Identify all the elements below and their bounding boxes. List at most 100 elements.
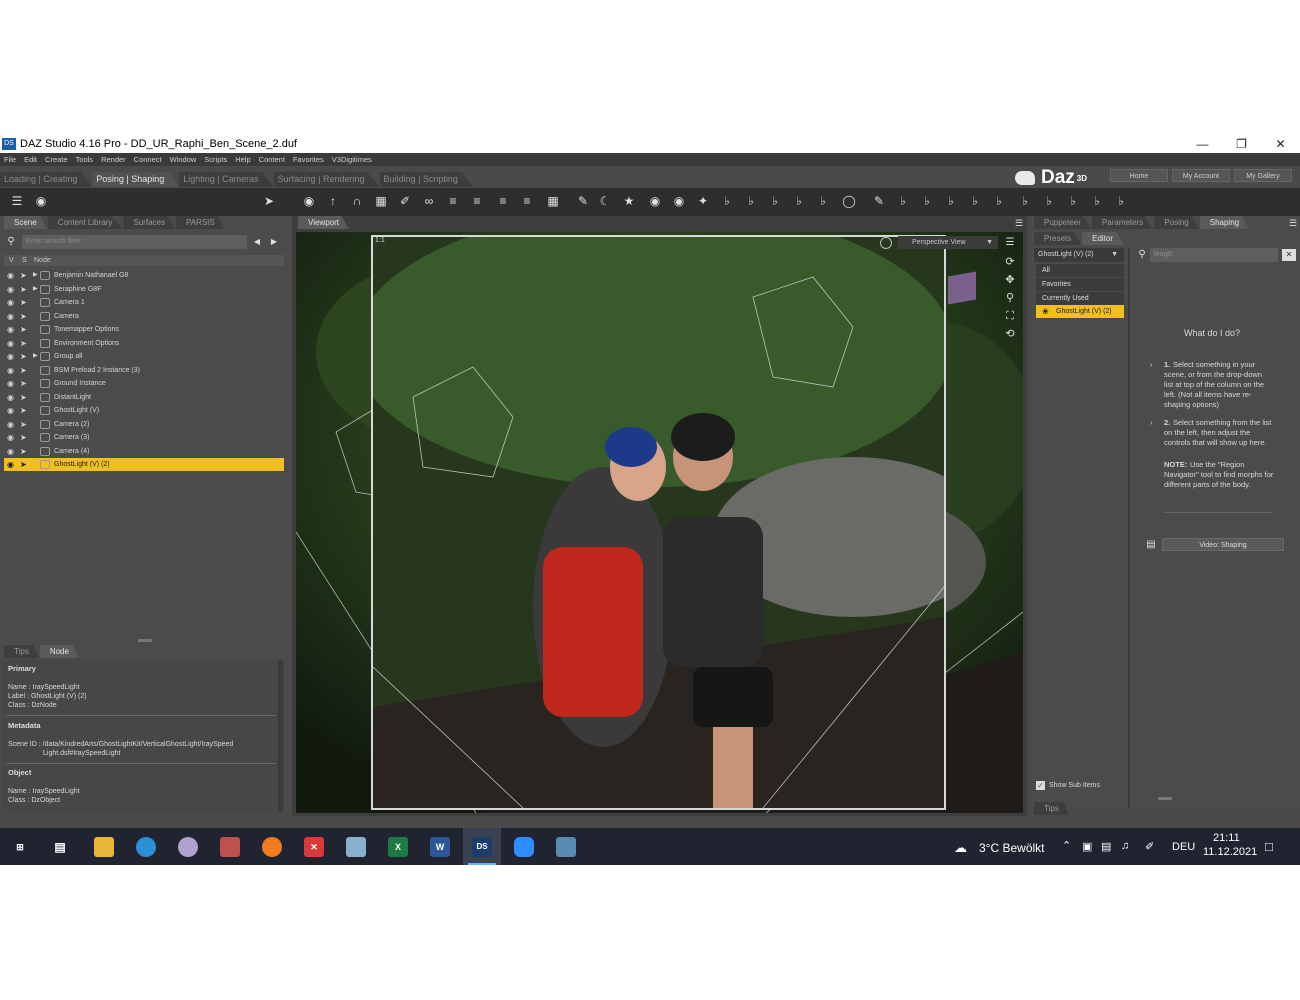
restore-button[interactable]: ❐ bbox=[1222, 134, 1261, 153]
list-item-favorites[interactable]: Favorites bbox=[1036, 278, 1124, 291]
script-tool-b-icon[interactable]: ✎ bbox=[872, 194, 886, 208]
tab-posing[interactable]: Posing bbox=[1154, 216, 1199, 229]
menu-v3digitimes[interactable]: V3Digitimes bbox=[332, 155, 372, 164]
glasses-tool-icon[interactable]: ∞ bbox=[422, 194, 436, 208]
visibility-eye-icon[interactable]: ◉ bbox=[7, 350, 14, 363]
property-filter-input[interactable]: length bbox=[1150, 248, 1278, 262]
tab-tips[interactable]: Tips bbox=[4, 645, 39, 658]
selectable-cursor-icon[interactable]: ➤ bbox=[20, 418, 27, 431]
node-selection-tool-icon[interactable]: ➤ bbox=[262, 194, 276, 208]
visibility-eye-icon[interactable]: ◉ bbox=[7, 431, 14, 444]
splitter-handle[interactable] bbox=[138, 639, 152, 642]
visibility-eye-icon[interactable]: ◉ bbox=[7, 377, 14, 390]
list-item-ghostlight[interactable]: ❀ GhostLight (V) (2) bbox=[1036, 305, 1124, 318]
device-icon[interactable]: ▣ bbox=[1082, 840, 1092, 853]
figure-tool-b-icon[interactable]: ♭ bbox=[920, 194, 934, 208]
viewport-menu-icon[interactable]: ☰ bbox=[1003, 236, 1017, 250]
scene-node-row[interactable]: ◉ ➤ ▶ Seraphine G8F bbox=[4, 283, 284, 296]
node-dropdown[interactable]: GhostLight (V) (2) ▼ bbox=[1034, 248, 1124, 262]
scene-node-row[interactable]: ◉ ➤ DistantLight bbox=[4, 391, 284, 404]
figure-tool-c-icon[interactable]: ♭ bbox=[944, 194, 958, 208]
selectable-cursor-icon[interactable]: ➤ bbox=[20, 269, 27, 282]
word-icon[interactable]: W bbox=[430, 837, 450, 857]
tab-content-library[interactable]: Content Library bbox=[47, 216, 123, 229]
scene-node-row[interactable]: ◉ ➤ Ground Instance bbox=[4, 377, 284, 390]
firefox-icon[interactable] bbox=[262, 837, 282, 857]
panel-options-icon[interactable]: ☰ bbox=[1286, 216, 1300, 230]
menu-scripts[interactable]: Scripts bbox=[204, 155, 227, 164]
language-indicator[interactable]: DEU bbox=[1172, 841, 1195, 853]
menu-content[interactable]: Content bbox=[259, 155, 285, 164]
eye-tool-icon[interactable]: ◉ bbox=[302, 194, 316, 208]
visibility-eye-icon[interactable]: ◉ bbox=[7, 418, 14, 431]
selectable-cursor-icon[interactable]: ➤ bbox=[20, 391, 27, 404]
selectable-cursor-icon[interactable]: ➤ bbox=[20, 283, 27, 296]
clear-filter-icon[interactable]: ✕ bbox=[1282, 249, 1296, 261]
column-selectable[interactable]: S bbox=[22, 255, 27, 266]
tab-puppeteer[interactable]: Puppeteer bbox=[1034, 216, 1091, 229]
tab-surfacing-rendering[interactable]: Surfacing | Rendering bbox=[273, 172, 380, 187]
weather-text[interactable]: 3°C Bewölkt bbox=[979, 841, 1045, 855]
grid-tool-icon[interactable]: ▦ bbox=[546, 194, 560, 208]
scene-node-row[interactable]: ◉ ➤ Camera (2) bbox=[4, 418, 284, 431]
my-account-button[interactable]: My Account bbox=[1172, 169, 1230, 182]
pose-tool-f-icon[interactable]: ♭ bbox=[744, 194, 758, 208]
show-sub-items-checkbox[interactable]: ✓ bbox=[1036, 781, 1045, 790]
figure-tool-a-icon[interactable]: ♭ bbox=[896, 194, 910, 208]
aux-viewport-icon[interactable] bbox=[880, 237, 892, 249]
scene-node-row[interactable]: ◉ ➤ Camera (3) bbox=[4, 431, 284, 444]
visibility-eye-icon[interactable]: ◉ bbox=[7, 269, 14, 282]
pose-tool-i-icon[interactable]: ♭ bbox=[816, 194, 830, 208]
clock-time[interactable]: 21:11 bbox=[1213, 832, 1240, 844]
pen-app-icon[interactable] bbox=[220, 837, 240, 857]
shirt-tool-icon[interactable]: ▦ bbox=[374, 194, 388, 208]
figure-tool-j-icon[interactable]: ♭ bbox=[1114, 194, 1128, 208]
scene-node-row[interactable]: ◉ ➤ Camera (4) bbox=[4, 445, 284, 458]
scene-node-row[interactable]: ◉ ➤ ▶ Benjamin Nathanael G8 bbox=[4, 269, 284, 282]
joint-editor-icon[interactable]: ∩ bbox=[350, 194, 364, 208]
scene-node-row[interactable]: ◉ ➤ ▶ Group all bbox=[4, 350, 284, 363]
menu-file[interactable]: File bbox=[4, 155, 16, 164]
selectable-cursor-icon[interactable]: ➤ bbox=[20, 431, 27, 444]
universal-tool-icon[interactable]: ↑ bbox=[326, 194, 340, 208]
scene-node-row[interactable]: ◉ ➤ GhostLight (V) (2) bbox=[4, 458, 284, 471]
tab-node[interactable]: Node bbox=[39, 645, 79, 658]
viewport-options-icon[interactable]: ☰ bbox=[1012, 216, 1026, 230]
tab-viewport[interactable]: Viewport bbox=[298, 216, 349, 229]
daz-studio-taskbar-icon[interactable]: DS bbox=[472, 837, 492, 857]
file-explorer-icon[interactable] bbox=[94, 837, 114, 857]
windows-start-icon[interactable]: ⊞ bbox=[10, 837, 30, 857]
orbit-icon[interactable]: ⟳ bbox=[1003, 255, 1017, 269]
menu-render[interactable]: Render bbox=[101, 155, 126, 164]
menu-tools[interactable]: Tools bbox=[76, 155, 94, 164]
visibility-eye-icon[interactable]: ◉ bbox=[7, 364, 14, 377]
tab-building-scripting[interactable]: Building | Scripting bbox=[379, 172, 473, 187]
clock-date[interactable]: 11.12.2021 bbox=[1203, 846, 1257, 858]
menu-create[interactable]: Create bbox=[45, 155, 68, 164]
frame-icon[interactable]: ⛶ bbox=[1003, 309, 1017, 323]
excel-icon[interactable]: X bbox=[388, 837, 408, 857]
expand-arrow-icon[interactable]: ▶ bbox=[33, 269, 38, 282]
pose-tool-h-icon[interactable]: ♭ bbox=[792, 194, 806, 208]
pose-tool-g-icon[interactable]: ♭ bbox=[768, 194, 782, 208]
visibility-eye-icon[interactable]: ◉ bbox=[7, 283, 14, 296]
notification-icon[interactable]: □ bbox=[1265, 839, 1273, 854]
home-button[interactable]: Home bbox=[1110, 169, 1168, 182]
panel-toggle-icon[interactable]: ☰ bbox=[10, 194, 24, 208]
zoom-icon[interactable] bbox=[514, 837, 534, 857]
menu-edit[interactable]: Edit bbox=[24, 155, 37, 164]
pose-tool-d-icon[interactable]: ✦ bbox=[696, 194, 710, 208]
edge-icon[interactable] bbox=[136, 837, 156, 857]
column-node[interactable]: Node bbox=[34, 255, 51, 266]
scene-node-row[interactable]: ◉ ➤ GhostLight (V) bbox=[4, 404, 284, 417]
selectable-cursor-icon[interactable]: ➤ bbox=[20, 458, 27, 471]
tab-surfaces[interactable]: Surfaces bbox=[123, 216, 175, 229]
scene-node-row[interactable]: ◉ ➤ Tonemapper Options bbox=[4, 323, 284, 336]
selectable-cursor-icon[interactable]: ➤ bbox=[20, 350, 27, 363]
pose-tool-e-icon[interactable]: ♭ bbox=[720, 194, 734, 208]
visibility-eye-icon[interactable]: ◉ bbox=[7, 445, 14, 458]
moon-tool-icon[interactable]: ☾ bbox=[598, 194, 612, 208]
window-app-icon[interactable] bbox=[556, 837, 576, 857]
tab-presets[interactable]: Presets bbox=[1034, 232, 1082, 245]
pose-tool-a-icon[interactable]: ★ bbox=[622, 194, 636, 208]
